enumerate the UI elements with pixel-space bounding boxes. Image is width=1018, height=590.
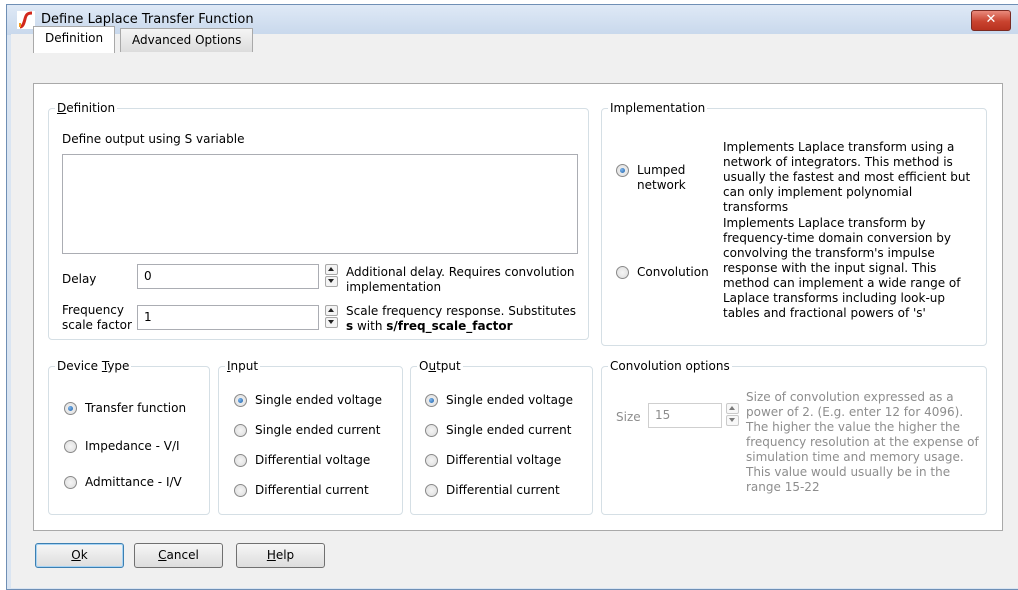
radio-selected-icon <box>64 402 77 415</box>
frequency-label-line1: Frequency <box>62 303 124 317</box>
output-single-ended-voltage[interactable]: Single ended voltage <box>425 393 573 407</box>
size-label: Size <box>616 410 641 424</box>
convolution-options-label: Convolution options <box>608 359 732 374</box>
radio-unselected-icon <box>234 454 247 467</box>
frequency-scale-value: 1 <box>144 310 152 324</box>
output-option-label: Single ended current <box>446 423 572 437</box>
implementation-group-label: Implementation <box>608 101 708 116</box>
delay-note: Additional delay. Requires convolution i… <box>346 265 575 294</box>
tab-advanced-options-label: Advanced Options <box>132 33 242 47</box>
definition-prompt: Define output using S variable <box>62 132 245 146</box>
radio-unselected-icon <box>234 484 247 497</box>
output-option-label: Differential voltage <box>446 453 562 467</box>
frequency-spinner[interactable] <box>325 305 338 329</box>
frequency-scale-input[interactable]: 1 <box>137 305 319 330</box>
delay-spinner[interactable] <box>325 264 338 288</box>
lumped-label-line2: network <box>637 178 686 192</box>
input-group-label: Input <box>225 359 261 374</box>
device-type-transfer-function[interactable]: Transfer function <box>64 401 186 415</box>
convolution-label: Convolution <box>637 265 709 279</box>
output-option-label: Differential current <box>446 483 560 497</box>
window-title: Define Laplace Transfer Function <box>41 12 254 27</box>
device-type-option-label: Transfer function <box>85 401 187 415</box>
size-spin-up-icon[interactable] <box>726 403 739 414</box>
delay-spin-up-icon[interactable] <box>325 264 338 275</box>
frequency-spin-down-icon[interactable] <box>325 317 338 328</box>
close-icon: ✕ <box>985 12 997 27</box>
tab-definition[interactable]: Definition <box>33 26 116 53</box>
tab-definition-label: Definition <box>45 31 104 45</box>
convolution-description: Implements Laplace transform by frequenc… <box>723 216 961 320</box>
device-type-option-label: Impedance - V/I <box>85 439 180 453</box>
delay-value: 0 <box>144 269 152 283</box>
device-type-group-label: Device Type <box>55 359 132 374</box>
frequency-spin-up-icon[interactable] <box>325 305 338 316</box>
frequency-note-line2: s with s/freq_scale_factor <box>346 319 513 333</box>
frequency-note-line1: Scale frequency response. Substitutes <box>346 304 577 318</box>
radio-selected-icon <box>425 394 438 407</box>
radio-selected-icon <box>616 164 629 177</box>
radio-unselected-icon <box>64 476 77 489</box>
help-button[interactable]: Help <box>236 543 325 568</box>
input-differential-voltage[interactable]: Differential voltage <box>234 453 370 467</box>
lumped-network-radio[interactable]: Lumped network <box>616 163 686 193</box>
output-differential-voltage[interactable]: Differential voltage <box>425 453 561 467</box>
device-type-option-label: Admittance - I/V <box>85 475 182 489</box>
lumped-description: Implements Laplace transform using a net… <box>723 140 971 214</box>
radio-selected-icon <box>234 394 247 407</box>
input-differential-current[interactable]: Differential current <box>234 483 369 497</box>
input-option-label: Differential voltage <box>255 453 371 467</box>
size-spin-down-icon[interactable] <box>726 415 739 426</box>
input-single-ended-current[interactable]: Single ended current <box>234 423 380 437</box>
cancel-button[interactable]: Cancel <box>134 543 223 568</box>
radio-unselected-icon <box>616 266 629 279</box>
radio-unselected-icon <box>64 440 77 453</box>
close-button[interactable]: ✕ <box>971 10 1011 31</box>
output-option-label: Single ended voltage <box>446 393 573 407</box>
size-spinner[interactable] <box>726 403 739 427</box>
output-group-label: Output <box>417 359 463 374</box>
definition-group-label: Definition <box>55 101 118 116</box>
input-option-label: Differential current <box>255 483 369 497</box>
output-single-ended-current[interactable]: Single ended current <box>425 423 571 437</box>
radio-unselected-icon <box>425 484 438 497</box>
radio-unselected-icon <box>425 454 438 467</box>
convolution-size-description: Size of convolution expressed as a power… <box>746 390 979 494</box>
delay-spin-down-icon[interactable] <box>325 276 338 287</box>
ok-button[interactable]: Ok <box>35 543 124 568</box>
delay-label: Delay <box>62 272 97 286</box>
laplace-expression-input[interactable] <box>62 154 578 254</box>
radio-unselected-icon <box>234 424 247 437</box>
delay-input[interactable]: 0 <box>137 264 319 289</box>
input-single-ended-voltage[interactable]: Single ended voltage <box>234 393 382 407</box>
device-type-impedance[interactable]: Impedance - V/I <box>64 439 180 453</box>
convolution-radio[interactable]: Convolution <box>616 265 709 280</box>
input-option-label: Single ended current <box>255 423 381 437</box>
lumped-label-line1: Lumped <box>637 163 686 177</box>
size-value: 15 <box>655 408 671 422</box>
size-input[interactable]: 15 <box>648 403 722 428</box>
input-option-label: Single ended voltage <box>255 393 382 407</box>
output-differential-current[interactable]: Differential current <box>425 483 560 497</box>
tab-advanced-options[interactable]: Advanced Options <box>120 28 254 52</box>
frequency-label-line2: scale factor <box>62 318 132 332</box>
device-type-admittance[interactable]: Admittance - I/V <box>64 475 182 489</box>
radio-unselected-icon <box>425 424 438 437</box>
